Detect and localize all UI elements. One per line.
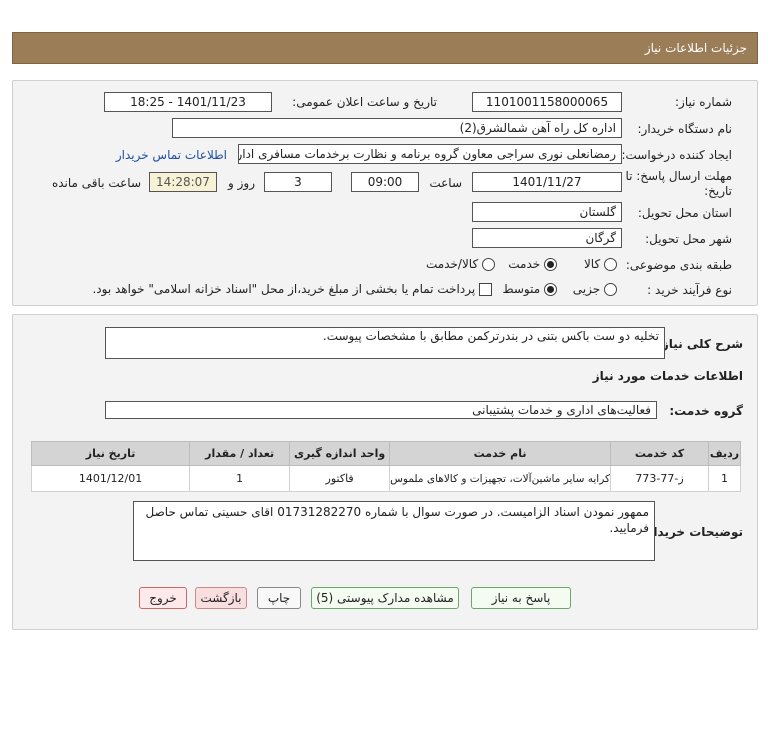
deadline-time-field: 09:00 — [351, 172, 419, 192]
col-row: ردیف — [708, 441, 741, 466]
cell-service-name: کرایه سایر ماشین‌آلات، تجهیزات و کالاهای… — [389, 465, 611, 492]
deadline-time-label: ساعت — [429, 176, 462, 190]
buyer-org-label: نام دستگاه خریدار: — [637, 122, 733, 136]
page-title-bar: جزئیات اطلاعات نیاز — [12, 32, 758, 64]
buyer-contact-link[interactable]: اطلاعات تماس خریدار — [116, 148, 227, 162]
category-goods-service-radio[interactable] — [482, 258, 495, 271]
category-goods-label: کالا — [583, 257, 601, 271]
cell-service-code: ز-77-773 — [610, 465, 709, 492]
process-minor-radio[interactable] — [604, 283, 617, 296]
process-minor-label: جزیی — [572, 282, 601, 296]
buyer-notes-label: توضیحات خریدار: — [641, 525, 743, 539]
print-button[interactable]: چاپ — [257, 587, 301, 609]
summary-field: تخلیه دو ست باکس بتنی در بندرترکمن مطابق… — [105, 327, 665, 359]
cell-quantity: 1 — [189, 465, 291, 492]
process-medium-radio[interactable] — [544, 283, 557, 296]
col-service-code: کد خدمت — [610, 441, 709, 466]
creator-field: رمضانعلی نوری سراجی معاون گروه برنامه و … — [238, 144, 622, 164]
province-label: استان محل تحویل: — [637, 206, 732, 220]
exit-button[interactable]: خروج — [139, 587, 187, 609]
category-label: طبقه بندی موضوعی: — [625, 258, 732, 272]
process-medium-label: متوسط — [502, 282, 541, 296]
days-field: 3 — [264, 172, 332, 192]
view-attachments-button[interactable]: مشاهده مدارک پیوستی (5) — [311, 587, 459, 609]
province-field: گلستان — [472, 202, 622, 222]
announce-datetime-label: تاریخ و ساعت اعلان عمومی: — [292, 95, 437, 109]
deadline-label-date: تاریخ: — [704, 184, 732, 198]
deadline-date-field: 1401/11/27 — [472, 172, 622, 192]
deadline-label: مهلت ارسال پاسخ: تا — [625, 169, 732, 183]
need-number-field: 1101001158000065 — [472, 92, 622, 112]
city-label: شهر محل تحویل: — [645, 232, 732, 246]
cell-row: 1 — [708, 465, 741, 492]
buyer-org-field: اداره کل راه آهن شمالشرق(2) — [172, 118, 622, 138]
announce-datetime-field: 1401/11/23 - 18:25 — [104, 92, 272, 112]
days-label: روز و — [228, 176, 255, 190]
service-group-label: گروه خدمت: — [669, 404, 743, 418]
city-field: گرگان — [472, 228, 622, 248]
category-service-radio[interactable] — [544, 258, 557, 271]
page-title: جزئیات اطلاعات نیاز — [644, 41, 747, 55]
process-label: نوع فرآیند خرید : — [647, 283, 732, 297]
treasury-payment-note: پرداخت تمام یا بخشی از مبلغ خرید،از محل … — [92, 282, 476, 296]
cell-unit: فاکتور — [289, 465, 391, 492]
category-option-goods-service[interactable]: کالا/خدمت — [426, 257, 495, 271]
treasury-payment-checkbox[interactable] — [479, 283, 492, 296]
service-group-field: فعالیت‌های اداری و خدمات پشتیبانی — [105, 401, 657, 419]
category-goods-service-label: کالا/خدمت — [425, 257, 479, 271]
remaining-time-field: 14:28:07 — [149, 172, 217, 192]
need-summary-panel: شرح کلی نیاز: تخلیه دو ست باکس بتنی در ب… — [12, 314, 758, 630]
treasury-payment-option[interactable]: پرداخت تمام یا بخشی از مبلغ خرید،از محل … — [92, 282, 492, 296]
col-service-name: نام خدمت — [389, 441, 611, 466]
process-option-medium[interactable]: متوسط — [502, 282, 557, 296]
col-need-date: تاریخ نیاز — [30, 441, 191, 466]
need-number-label: شماره نیاز: — [675, 95, 732, 109]
table-row: 1 ز-77-773 کرایه سایر ماشین‌آلات، تجهیزا… — [30, 465, 741, 492]
reply-button[interactable]: پاسخ به نیاز — [471, 587, 571, 609]
category-service-label: خدمت — [508, 257, 541, 271]
category-option-goods[interactable]: کالا — [584, 257, 617, 271]
col-quantity: تعداد / مقدار — [189, 441, 291, 466]
cell-need-date: 1401/12/01 — [30, 465, 191, 492]
services-table: ردیف کد خدمت نام خدمت واحد اندازه گیری ت… — [30, 441, 741, 492]
need-details-panel: شماره نیاز: 1101001158000065 تاریخ و ساع… — [12, 80, 758, 306]
col-unit: واحد اندازه گیری — [289, 441, 391, 466]
back-button[interactable]: بازگشت — [195, 587, 247, 609]
buyer-notes-field: ممهور نمودن اسناد الزامیست. در صورت سوال… — [133, 501, 655, 561]
creator-label: ایجاد کننده درخواست: — [621, 148, 732, 162]
process-option-minor[interactable]: جزیی — [573, 282, 617, 296]
remaining-label: ساعت باقی مانده — [51, 176, 141, 190]
services-table-header: ردیف کد خدمت نام خدمت واحد اندازه گیری ت… — [30, 441, 741, 466]
category-goods-radio[interactable] — [604, 258, 617, 271]
summary-label: شرح کلی نیاز: — [657, 337, 743, 351]
services-section-title: اطلاعات خدمات مورد نیاز — [592, 369, 743, 383]
category-option-service[interactable]: خدمت — [508, 257, 557, 271]
